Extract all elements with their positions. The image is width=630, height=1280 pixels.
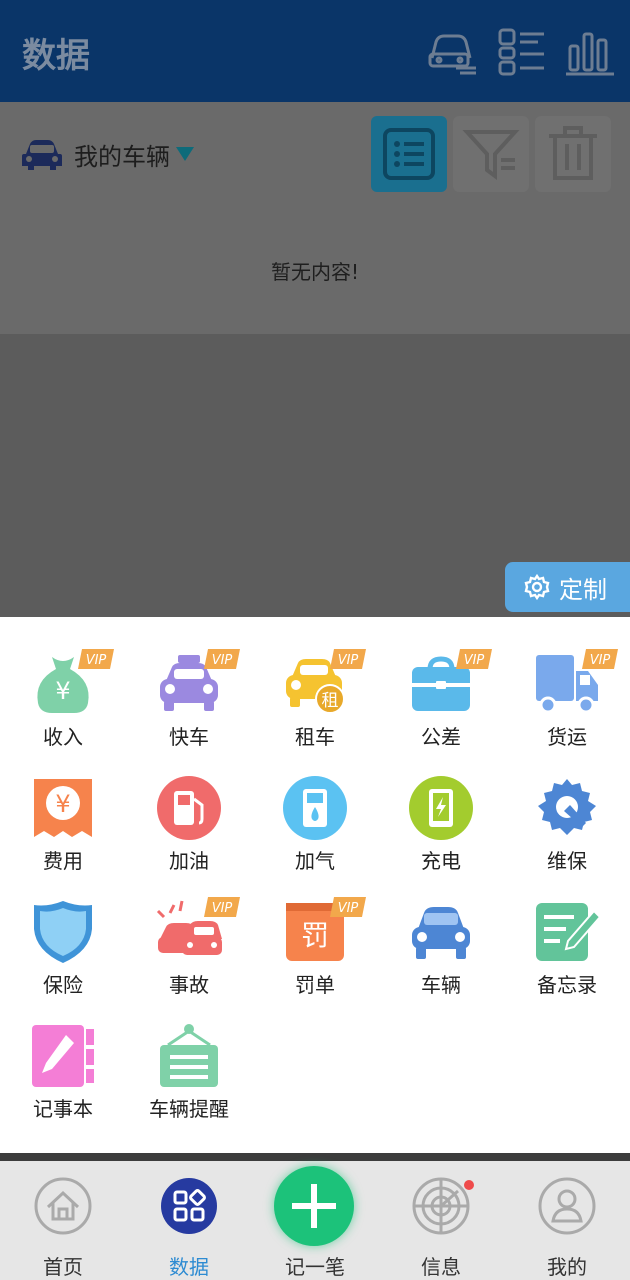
gas-icon (282, 775, 348, 841)
maintenance-icon (534, 775, 600, 841)
add-record-button[interactable] (274, 1166, 354, 1246)
svg-text:租: 租 (322, 691, 339, 711)
vip-badge: VIP (204, 897, 240, 917)
category-label: 车辆提醒 (149, 1097, 229, 1121)
expense-icon: ¥ (30, 775, 96, 841)
memo-icon (534, 899, 602, 965)
category-fine[interactable]: 罚 VIP 罚单 (252, 865, 378, 997)
svg-text:¥: ¥ (55, 677, 70, 705)
radar-icon (412, 1177, 470, 1235)
shield-icon (30, 899, 96, 965)
category-income[interactable]: ¥ VIP 收入 (0, 617, 126, 749)
vehicle-selector-label: 我的车辆 (74, 142, 170, 171)
svg-text:VIP: VIP (590, 653, 611, 668)
vip-badge: VIP (204, 649, 240, 669)
vehicle-selector[interactable]: 我的车辆 (20, 132, 194, 176)
category-accident[interactable]: VIP 事故 (126, 865, 252, 997)
svg-text:VIP: VIP (212, 901, 233, 916)
category-vehicle[interactable]: 车辆 (378, 865, 504, 997)
svg-text:罚: 罚 (301, 919, 329, 952)
category-vehicle-reminder[interactable]: 车辆提醒 (126, 989, 252, 1121)
nav-messages[interactable]: 信息 (378, 1161, 504, 1280)
notebook-icon (30, 1023, 96, 1089)
user-icon (538, 1177, 596, 1235)
vip-badge: VIP (582, 649, 618, 669)
category-insurance[interactable]: 保险 (0, 865, 126, 997)
delete-icon (549, 126, 597, 180)
chevron-down-icon (176, 147, 194, 161)
svg-text:VIP: VIP (86, 653, 107, 668)
nav-label: 信息 (421, 1255, 461, 1279)
list-grid-icon[interactable] (494, 24, 550, 80)
nav-profile[interactable]: 我的 (504, 1161, 630, 1280)
nav-data[interactable]: 数据 (126, 1161, 252, 1280)
car-list-icon[interactable] (426, 24, 482, 80)
customize-button[interactable]: 定制 (505, 562, 630, 612)
category-business-trip[interactable]: VIP 公差 (378, 617, 504, 749)
category-expense[interactable]: ¥ 费用 (0, 741, 126, 873)
list-view-icon (383, 128, 435, 180)
filter-button[interactable] (453, 116, 529, 192)
customize-label: 定制 (559, 575, 607, 604)
vehicle-icon (408, 899, 474, 965)
charging-icon (408, 775, 474, 841)
category-maintenance[interactable]: 维保 (504, 741, 630, 873)
empty-state-text: 暂无内容! (270, 260, 360, 284)
category-freight[interactable]: VIP 货运 (504, 617, 630, 749)
vip-badge: VIP (330, 897, 366, 917)
nav-label: 我的 (547, 1255, 587, 1279)
nav-divider (0, 1153, 630, 1161)
vip-badge: VIP (456, 649, 492, 669)
category-gas[interactable]: 加气 (252, 741, 378, 873)
notification-badge (464, 1180, 474, 1190)
reminder-icon (156, 1023, 222, 1089)
nav-label: 数据 (169, 1255, 209, 1279)
svg-text:VIP: VIP (338, 653, 359, 668)
vip-badge: VIP (330, 649, 366, 669)
category-sheet: ¥ VIP 收入 VIP 快车 租 VIP 租车 VIP 公差 VIP 货运 ¥… (0, 617, 630, 1153)
fuel-pump-icon (156, 775, 222, 841)
category-label: 记事本 (33, 1097, 93, 1121)
filter-icon (462, 130, 520, 180)
delete-button[interactable] (535, 116, 611, 192)
vip-badge: VIP (78, 649, 114, 669)
data-icon (160, 1177, 218, 1235)
app-header: 数据 (0, 0, 630, 102)
page-title: 数据 (22, 36, 90, 76)
bar-chart-icon[interactable] (562, 24, 618, 80)
home-icon (34, 1177, 92, 1235)
svg-text:¥: ¥ (55, 790, 70, 818)
gear-icon (524, 573, 550, 601)
category-rental[interactable]: 租 VIP 租车 (252, 617, 378, 749)
nav-label: 记一笔 (285, 1255, 345, 1279)
svg-text:VIP: VIP (212, 653, 233, 668)
category-fuel[interactable]: 加油 (126, 741, 252, 873)
svg-text:VIP: VIP (338, 901, 359, 916)
svg-text:VIP: VIP (464, 653, 485, 668)
plus-icon (292, 1184, 336, 1228)
list-view-button[interactable] (371, 116, 447, 192)
category-charging[interactable]: 充电 (378, 741, 504, 873)
nav-label: 首页 (43, 1255, 83, 1279)
category-label: 车辆 (421, 973, 461, 997)
category-label: 罚单 (295, 973, 335, 997)
category-memo[interactable]: 备忘录 (504, 865, 630, 997)
category-label: 备忘录 (537, 973, 597, 997)
car-icon (22, 140, 62, 170)
category-express[interactable]: VIP 快车 (126, 617, 252, 749)
category-notebook[interactable]: 记事本 (0, 989, 126, 1121)
nav-home[interactable]: 首页 (0, 1161, 126, 1280)
